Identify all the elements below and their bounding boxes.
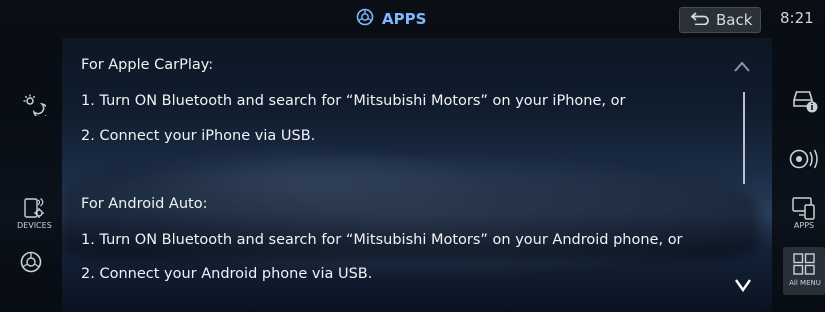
- carplay-step-2: 2. Connect your iPhone via USB.: [81, 128, 316, 144]
- scroll-up-icon: [734, 61, 750, 72]
- back-label: Back: [716, 11, 753, 29]
- carplay-step-1: 1. Turn ON Bluetooth and search for “Mit…: [81, 93, 626, 109]
- vehicle-info-icon: [793, 91, 818, 113]
- carplay-heading: For Apple CarPlay:: [81, 57, 214, 73]
- top-bar: APPS Back 8:21: [0, 0, 825, 38]
- scroll-down-icon: [735, 279, 751, 293]
- android-heading: For Android Auto:: [81, 196, 208, 212]
- back-arrow-icon: [690, 11, 710, 29]
- devices-label: DEVICES: [17, 221, 52, 230]
- audio-button[interactable]: [788, 148, 822, 170]
- settings-button[interactable]: [19, 250, 43, 274]
- all-menu-icon-wrap: [792, 252, 816, 276]
- apps-button[interactable]: APPS: [791, 196, 817, 230]
- devices-icon: [24, 198, 45, 218]
- vehicle-info-button[interactable]: [791, 86, 819, 114]
- scrollbar[interactable]: [743, 92, 745, 184]
- apps-label: APPS: [793, 221, 815, 230]
- back-button[interactable]: Back: [679, 7, 761, 33]
- scroll-up-button[interactable]: [733, 58, 751, 77]
- android-step-2: 2. Connect your Android phone via USB.: [81, 266, 373, 282]
- page-title-text: APPS: [382, 10, 427, 28]
- brightness-icon: [23, 94, 46, 116]
- apps-screen: APPS Back 8:21 DEVICES APPS All MENU For…: [0, 0, 825, 312]
- all-menu-label: All MENU: [789, 279, 821, 287]
- clock: 8:21: [780, 9, 814, 27]
- scroll-down-button[interactable]: [734, 276, 752, 297]
- apps-title-icon: [356, 8, 374, 30]
- page-title: APPS: [356, 7, 426, 31]
- all-menu-button[interactable]: All MENU: [783, 247, 825, 295]
- android-step-1: 1. Turn ON Bluetooth and search for “Mit…: [81, 232, 683, 248]
- devices-button[interactable]: DEVICES: [17, 196, 52, 230]
- apps-icon: [792, 197, 815, 220]
- brightness-button[interactable]: [22, 94, 46, 116]
- settings-icon: [20, 251, 42, 273]
- all-menu-icon: [793, 253, 815, 275]
- audio-icon: [789, 149, 818, 169]
